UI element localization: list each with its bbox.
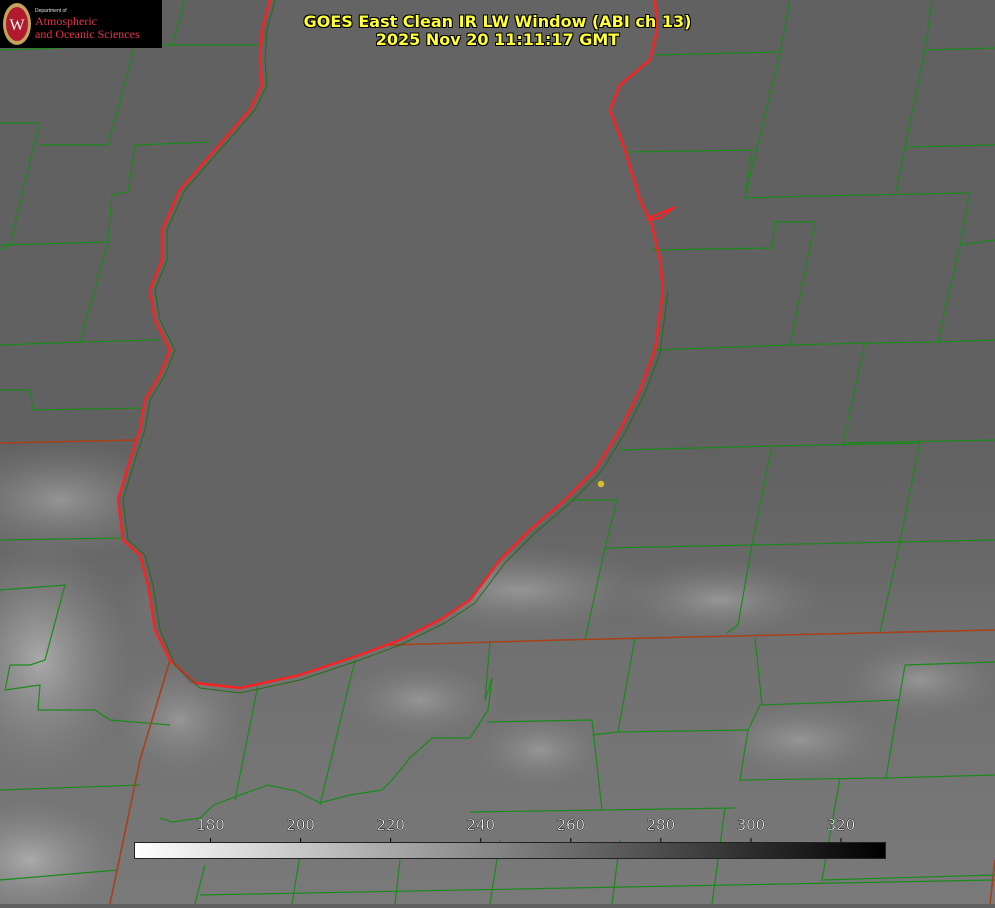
ir-satellite-image xyxy=(0,0,995,908)
temperature-colorbar xyxy=(134,842,886,859)
location-dot-icon xyxy=(597,480,605,488)
satellite-map: W Department of Atmospheric and Oceanic … xyxy=(0,0,995,908)
image-title: GOES East Clean IR LW Window (ABI ch 13) xyxy=(303,12,692,31)
image-timestamp: 2025 Nov 20 11:11:17 GMT xyxy=(375,30,620,49)
